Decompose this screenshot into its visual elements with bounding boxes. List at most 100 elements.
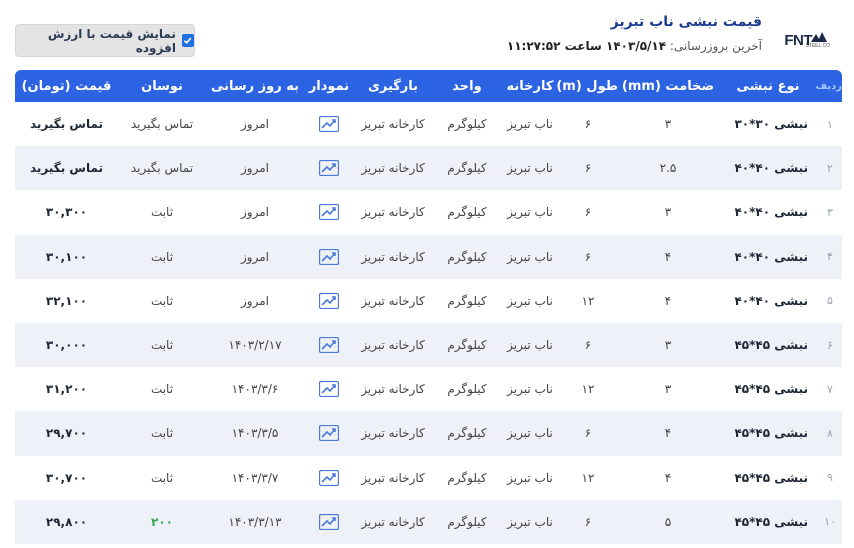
chart-button[interactable]	[304, 190, 354, 234]
chart-button[interactable]	[304, 367, 354, 411]
chart-button[interactable]	[304, 234, 354, 279]
chart-button[interactable]	[304, 279, 354, 323]
header-col-length[interactable]: طول (m)	[556, 70, 618, 102]
updated: امروز	[241, 293, 269, 308]
table-row[interactable]: ۸ نبشی ۴۵*۴۵ ۴ ۶ ناب تبریز کیلوگرم کارخانه تبر…	[15, 411, 842, 456]
updated: ۱۴۰۳/۳/۱۳	[206, 499, 304, 544]
factory: ناب تبریز	[502, 322, 558, 368]
loading-point: کارخانه تبریز	[354, 234, 432, 279]
unit: کیلوگرم	[447, 470, 487, 485]
table-row[interactable]: ۴ نبشی ۴۰*۴۰ ۴ ۶ ناب تبریز کیلوگرم کارخانه تبر…	[15, 234, 842, 279]
table-header-row: ردیف نوع نبشی ضخامت (mm) طول (m) کارخانه واحد…	[15, 70, 842, 102]
unit: کیلوگرم	[432, 146, 502, 191]
trend-chart-icon[interactable]	[318, 513, 340, 530]
table-row[interactable]: ۵ نبشی ۴۰*۴۰ ۴ ۱۲ ناب تبریز کیلوگرم کارخانه تب…	[15, 279, 842, 323]
unit: کیلوگرم	[447, 382, 487, 397]
factory: ناب تبریز	[502, 499, 558, 544]
table-row[interactable]: ۳ نبشی ۴۰*۴۰ ۳ ۶ ناب تبریز کیلوگرم کارخانه تبر…	[15, 190, 842, 234]
row-number: ۴	[818, 234, 842, 279]
trend-chart-icon[interactable]	[318, 425, 340, 442]
thickness: ۳	[664, 382, 672, 397]
loading-point: کارخانه تبریز	[354, 322, 432, 368]
price-change: ثابت	[150, 470, 174, 485]
trend-chart-icon[interactable]	[318, 469, 340, 486]
loading-point: کارخانه تبریز	[354, 411, 432, 456]
factory: ناب تبریز	[507, 382, 553, 397]
thickness: ۴	[664, 293, 672, 308]
thickness: ۴	[664, 470, 672, 485]
length: ۱۲	[581, 470, 595, 485]
factory: ناب تبریز	[502, 146, 558, 191]
trend-chart-icon[interactable]	[318, 292, 340, 309]
price: ۲۹,۸۰۰	[15, 499, 118, 544]
product-name: نبشی ۴۰*۴۰	[718, 146, 818, 191]
trend-chart-icon[interactable]	[318, 115, 340, 133]
table-row[interactable]: ۱۰ نبشی ۴۵*۴۵ ۵ ۶ ناب تبریز کیلوگرم کارخانه تب…	[15, 499, 842, 544]
trend-chart-icon[interactable]	[318, 204, 340, 221]
header-col-updated[interactable]: به روز رسانی	[206, 70, 304, 102]
loading-point: کارخانه تبریز	[361, 117, 425, 132]
vat-toggle-button[interactable]: نمایش قیمت با ارزش افزوده	[15, 24, 195, 57]
header-col-type[interactable]: نوع نبشی	[718, 70, 818, 102]
table-row[interactable]: ۶ نبشی ۴۵*۴۵ ۳ ۶ ناب تبریز کیلوگرم کارخانه تبر…	[15, 322, 842, 368]
loading-point: کارخانه تبریز	[361, 205, 425, 220]
header-col-change[interactable]: نوسان	[118, 70, 206, 102]
header-col-loading[interactable]: بارگیری	[354, 70, 432, 102]
thickness: ۳	[664, 205, 672, 220]
updated: امروز	[206, 146, 304, 191]
checkbox-checked-icon[interactable]	[181, 34, 194, 47]
header-col-row-number[interactable]: ردیف	[815, 70, 842, 102]
updated: ۱۴۰۳/۳/۶	[231, 382, 279, 397]
loading-point: کارخانه تبریز	[361, 382, 425, 397]
updated: ۱۴۰۳/۳/۷	[231, 470, 279, 485]
chart-button[interactable]	[304, 499, 354, 544]
table-row[interactable]: ۹ نبشی ۴۵*۴۵ ۴ ۱۲ ناب تبریز کیلوگرم کارخانه تب…	[15, 456, 842, 500]
factory: ناب تبریز	[507, 470, 553, 485]
page-title: قیمت نبشی ناب تبریز	[610, 14, 762, 30]
price-change: تماس بگیرید	[118, 146, 206, 191]
price-change: ثابت	[118, 411, 206, 456]
updated: امروز	[206, 234, 304, 279]
chart-button[interactable]	[304, 456, 354, 500]
trend-chart-icon[interactable]	[318, 248, 340, 265]
table-row[interactable]: ۷ نبشی ۴۵*۴۵ ۳ ۱۲ ناب تبریز کیلوگرم کارخانه تب…	[15, 367, 842, 411]
price: ۳۰,۳۰۰	[45, 205, 88, 220]
product-name: نبشی ۴۵*۴۵	[734, 382, 808, 397]
product-name: نبشی ۴۵*۴۵	[718, 499, 818, 544]
header-col-thickness[interactable]: ضخامت (mm)	[618, 70, 718, 102]
trend-chart-icon[interactable]	[318, 336, 340, 354]
price-change: ثابت	[118, 234, 206, 279]
header-col-unit[interactable]: واحد	[432, 70, 502, 102]
unit: کیلوگرم	[447, 117, 487, 132]
brand-logo[interactable]: FNT STEEL CO	[782, 28, 842, 50]
price: ۳۰,۷۰۰	[45, 470, 88, 485]
product-name: نبشی ۴۵*۴۵	[734, 470, 808, 485]
logo-mark-icon	[811, 32, 827, 42]
loading-point: کارخانه تبریز	[354, 146, 432, 191]
chart-button[interactable]	[304, 102, 354, 146]
trend-chart-icon[interactable]	[318, 381, 340, 398]
row-number: ۲	[818, 146, 842, 191]
chart-button[interactable]	[304, 146, 354, 191]
length: ۶	[584, 117, 592, 132]
trend-chart-icon[interactable]	[318, 160, 340, 177]
header-col-price[interactable]: قیمت (تومان)	[15, 70, 118, 102]
updated: ۱۴۰۳/۲/۱۷	[206, 322, 304, 368]
product-name: نبشی ۴۰*۴۰	[734, 293, 808, 308]
unit: کیلوگرم	[432, 499, 502, 544]
price: تماس بگیرید	[29, 117, 104, 132]
length: ۶	[584, 205, 592, 220]
table-body: ۱ نبشی ۳۰*۳۰ ۳ ۶ ناب تبریز کیلوگرم کارخانه تبر…	[15, 102, 842, 544]
chart-button[interactable]	[304, 411, 354, 456]
chart-button[interactable]	[304, 322, 354, 368]
header-col-chart[interactable]: نمودار	[304, 70, 354, 102]
factory: ناب تبریز	[507, 205, 553, 220]
header-col-factory[interactable]: کارخانه	[502, 70, 558, 102]
length: ۱۲	[581, 293, 595, 308]
last-update-value: ۱۴۰۳/۵/۱۴ ساعت ۱۱:۲۷:۵۲	[506, 39, 667, 53]
table-row[interactable]: ۱ نبشی ۳۰*۳۰ ۳ ۶ ناب تبریز کیلوگرم کارخانه تبر…	[15, 102, 842, 146]
length: ۱۲	[581, 382, 595, 397]
table-row[interactable]: ۲ نبشی ۴۰*۴۰ ۲.۵ ۶ ناب تبریز کیلوگرم کارخانه ت…	[15, 146, 842, 191]
page-header: FNT STEEL CO قیمت نبشی ناب تبریز آخرین ب…	[0, 0, 854, 70]
vat-toggle-label: نمایش قیمت با ارزش افزوده	[47, 26, 176, 55]
